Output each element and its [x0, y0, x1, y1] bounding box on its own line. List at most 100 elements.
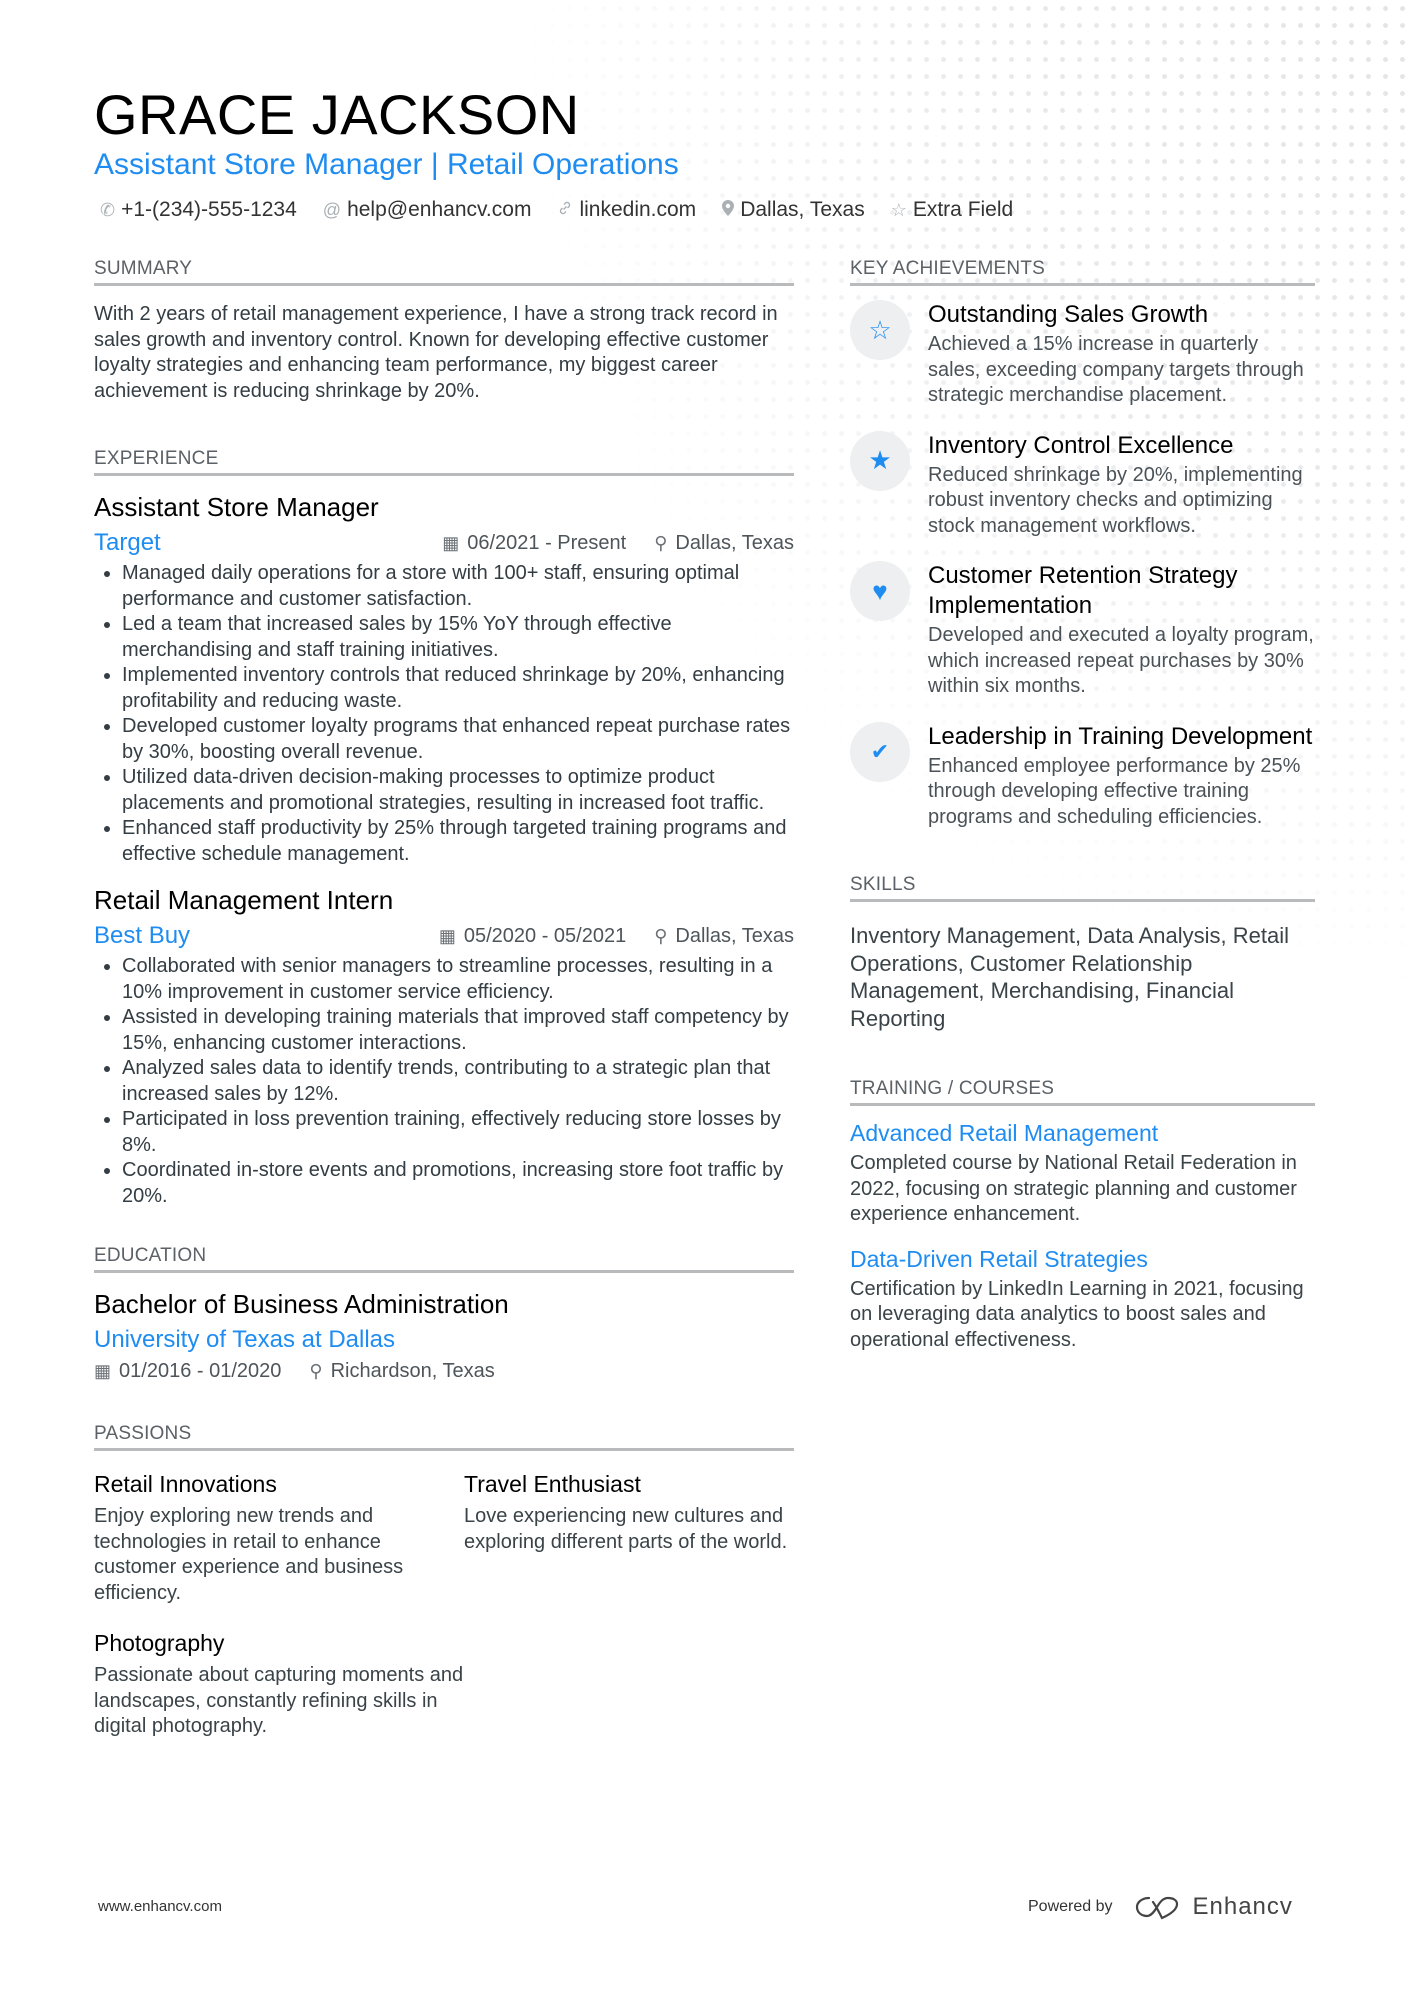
education-location: ⚲ Richardson, Texas: [309, 1360, 495, 1382]
skills-text: Inventory Management, Data Analysis, Ret…: [850, 923, 1290, 1031]
passion-item: Travel Enthusiast Love experiencing new …: [464, 1471, 794, 1606]
check-icon: ✔: [850, 721, 910, 782]
powered-by-label: Powered by: [1028, 1898, 1113, 1915]
job-role: Retail Management Intern: [94, 885, 394, 915]
achievement-desc: Reduced shrinkage by 20%, implementing r…: [928, 463, 1303, 537]
bullet-item: Utilized data-driven decision-making pro…: [122, 765, 794, 816]
star-outline-icon: ☆: [850, 300, 910, 360]
contact-extra: ☆ Extra Field: [891, 198, 1014, 222]
contact-phone[interactable]: ✆ +1-(234)-555-1234: [100, 198, 297, 222]
contact-email-text: help@enhancv.com: [347, 198, 532, 221]
achievement-desc: Achieved a 15% increase in quarterly sal…: [928, 333, 1304, 406]
contact-extra-text: Extra Field: [912, 198, 1014, 221]
bullet-item: Coordinated in-store events and promotio…: [122, 1158, 794, 1209]
bullet-item: Assisted in developing training material…: [122, 1005, 794, 1056]
section-heading-training: TRAINING / COURSES: [850, 1078, 1315, 1106]
achievements-section: KEY ACHIEVEMENTS ☆ Outstanding Sales Gro…: [850, 258, 1315, 830]
location-icon: ⚲: [309, 1361, 323, 1381]
job-role: Assistant Store Manager: [94, 492, 379, 522]
bullet-item: Developed customer loyalty programs that…: [122, 714, 794, 765]
section-heading-education: EDUCATION: [94, 1245, 794, 1273]
enhancv-logo[interactable]: Enhancv: [1135, 1893, 1293, 1921]
achievement-title: Customer Retention Strategy Implementati…: [928, 562, 1238, 619]
contact-phone-text: +1-(234)-555-1234: [121, 198, 297, 221]
bullet-item: Enhanced staff productivity by 25% throu…: [122, 816, 794, 867]
location-icon: ⚲: [654, 925, 668, 946]
achievement-title: Outstanding Sales Growth: [928, 301, 1209, 328]
resume-page: GRACE JACKSON Assistant Store Manager | …: [0, 0, 1410, 1995]
footer-branding: Powered by Enhancv: [1028, 1893, 1293, 1921]
education-dates: ▦ 01/2016 - 01/2020: [94, 1360, 282, 1382]
skills-section: SKILLS Inventory Management, Data Analys…: [850, 874, 1315, 1032]
section-heading-skills: SKILLS: [850, 874, 1315, 902]
course-desc: Certification by LinkedIn Learning in 20…: [850, 1277, 1304, 1351]
job-bullets: Managed daily operations for a store wit…: [94, 561, 794, 867]
contact-email[interactable]: @ help@enhancv.com: [323, 198, 532, 222]
calendar-icon: ▦: [94, 1361, 112, 1381]
calendar-icon: ▦: [438, 925, 456, 946]
passion-title: Travel Enthusiast: [464, 1471, 641, 1497]
brand-name: Enhancv: [1192, 1893, 1293, 1920]
left-column: SUMMARY With 2 years of retail managemen…: [94, 258, 794, 1740]
course-title: Advanced Retail Management: [850, 1120, 1159, 1146]
passion-desc: Love experiencing new cultures and explo…: [464, 1505, 788, 1553]
link-icon: [557, 200, 573, 221]
candidate-name: GRACE JACKSON: [94, 83, 580, 146]
education-section: EDUCATION Bachelor of Business Administr…: [94, 1245, 794, 1383]
location-icon: ⚲: [654, 532, 668, 553]
passion-title: Retail Innovations: [94, 1471, 277, 1497]
at-icon: @: [322, 199, 342, 220]
job-location: ⚲ Dallas, Texas: [654, 531, 794, 554]
passion-item: Retail Innovations Enjoy exploring new t…: [94, 1471, 464, 1606]
achievement-title: Leadership in Training Development: [928, 722, 1313, 750]
contact-bar: ✆ +1-(234)-555-1234 @ help@enhancv.com l…: [100, 198, 1013, 222]
course-title: Data-Driven Retail Strategies: [850, 1245, 1148, 1272]
course-item: Advanced Retail Management Completed cou…: [850, 1120, 1315, 1228]
section-heading-passions: PASSIONS: [94, 1423, 794, 1451]
course-desc: Completed course by National Retail Fede…: [850, 1152, 1297, 1225]
calendar-icon: ▦: [442, 532, 460, 553]
summary-section: SUMMARY With 2 years of retail managemen…: [94, 258, 794, 404]
bullet-item: Collaborated with senior managers to str…: [122, 954, 794, 1005]
contact-location-text: Dallas, Texas: [740, 198, 865, 221]
achievement-item: ★ Inventory Control Excellence Reduced s…: [850, 430, 1315, 540]
candidate-title: Assistant Store Manager | Retail Operati…: [94, 148, 679, 181]
star-icon: ☆: [890, 199, 907, 220]
contact-linkedin[interactable]: linkedin.com: [557, 198, 696, 222]
bullet-item: Implemented inventory controls that redu…: [122, 663, 794, 714]
section-heading-experience: EXPERIENCE: [94, 448, 794, 476]
passions-section: PASSIONS Retail Innovations Enjoy explor…: [94, 1423, 794, 1740]
school-name: University of Texas at Dallas: [94, 1326, 396, 1353]
bullet-item: Managed daily operations for a store wit…: [122, 561, 794, 612]
location-icon: [722, 199, 735, 221]
star-filled-icon: ★: [850, 430, 910, 491]
job-bullets: Collaborated with senior managers to str…: [94, 954, 794, 1209]
bullet-item: Analyzed sales data to identify trends, …: [122, 1056, 794, 1107]
heart-icon: ♥: [850, 561, 910, 621]
achievement-item: ✔ Leadership in Training Development Enh…: [850, 721, 1315, 831]
company-name: Best Buy: [94, 922, 191, 949]
achievement-item: ♥ Customer Retention Strategy Implementa…: [850, 561, 1315, 700]
enhancv-logo-icon: [1135, 1896, 1178, 1920]
section-heading-achievements: KEY ACHIEVEMENTS: [850, 258, 1315, 286]
bullet-item: Participated in loss prevention training…: [122, 1107, 794, 1158]
passion-desc: Passionate about capturing moments and l…: [94, 1664, 464, 1737]
footer-website[interactable]: www.enhancv.com: [98, 1898, 222, 1915]
training-section: TRAINING / COURSES Advanced Retail Manag…: [850, 1078, 1315, 1353]
summary-text: With 2 years of retail management experi…: [94, 303, 778, 402]
company-name: Target: [94, 529, 161, 556]
passion-desc: Enjoy exploring new trends and technolog…: [94, 1505, 404, 1604]
job-dates: ▦ 06/2021 - Present: [442, 531, 627, 554]
phone-icon: ✆: [100, 199, 116, 220]
passion-title: Photography: [94, 1630, 225, 1656]
achievement-item: ☆ Outstanding Sales Growth Achieved a 15…: [850, 300, 1315, 409]
degree: Bachelor of Business Administration: [94, 1289, 509, 1319]
job-location: ⚲ Dallas, Texas: [654, 924, 794, 947]
course-item: Data-Driven Retail Strategies Certificat…: [850, 1246, 1315, 1354]
section-heading-summary: SUMMARY: [94, 258, 794, 286]
achievement-title: Inventory Control Excellence: [928, 431, 1234, 459]
bullet-item: Led a team that increased sales by 15% Y…: [122, 612, 794, 663]
achievement-desc: Enhanced employee performance by 25% thr…: [928, 754, 1301, 828]
experience-item: Retail Management Intern Best Buy ▦ 05/20…: [94, 885, 794, 1209]
contact-linkedin-text: linkedin.com: [579, 198, 697, 221]
